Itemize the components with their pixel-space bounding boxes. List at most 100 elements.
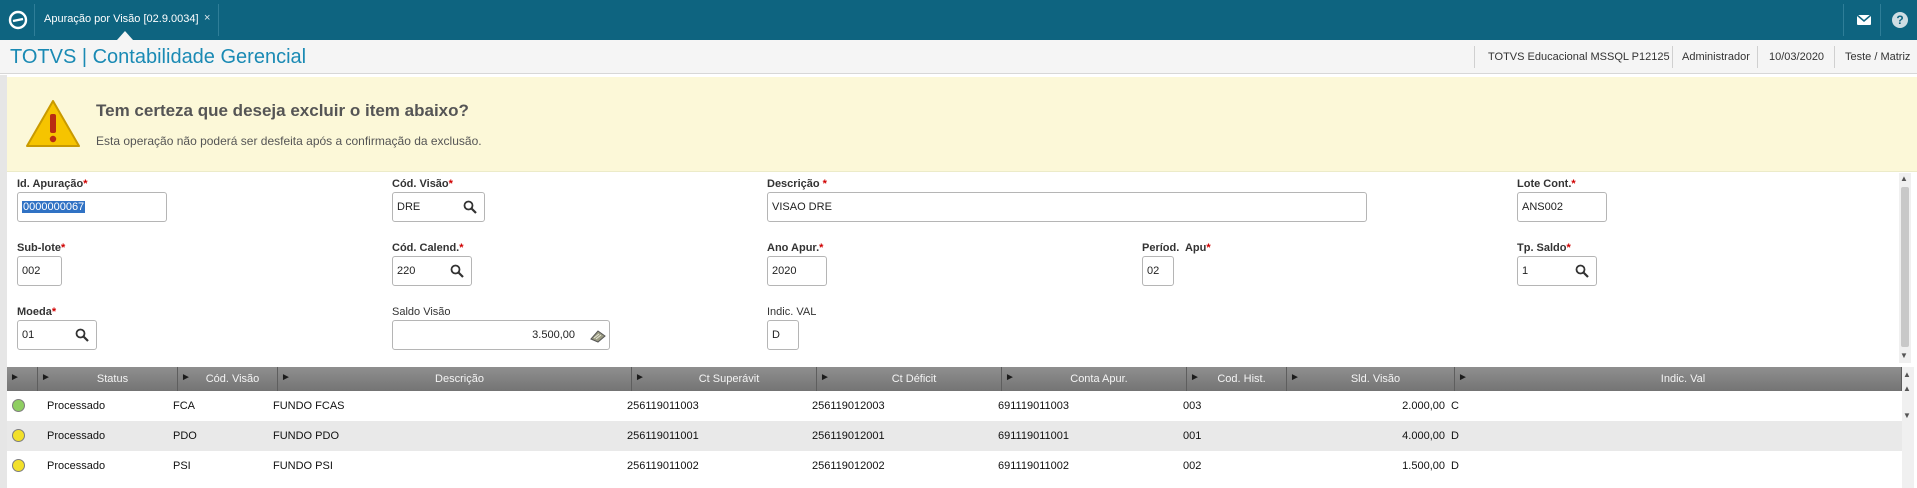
cell-descricao: FUNDO FCAS xyxy=(273,400,345,412)
date-label: 10/03/2020 xyxy=(1769,51,1825,63)
cell-sld-visao: 1.500,00 xyxy=(1402,460,1445,472)
cell-indic-val: D xyxy=(1451,430,1459,442)
grid-header-status[interactable]: ► Status xyxy=(38,367,178,391)
grid-header-descricao[interactable]: ► Descrição xyxy=(278,367,632,391)
cell-indic-val: C xyxy=(1451,400,1459,412)
app-title: TOTVS | Contabilidade Gerencial xyxy=(10,46,307,68)
lote-cont-label: Lote Cont.* xyxy=(1517,178,1576,190)
status-indicator-icon xyxy=(12,429,25,442)
ano-apur-value: 2020 xyxy=(772,265,797,277)
search-icon[interactable] xyxy=(463,200,477,214)
ano-apur-label: Ano Apur.* xyxy=(767,242,824,254)
id-apuracao-value: 0000000067 xyxy=(22,201,86,213)
saldo-visao-value: 3.500,00 xyxy=(532,329,575,341)
table-row[interactable]: Processado FCA FUNDO FCAS 256119011003 2… xyxy=(7,391,1902,421)
tp-saldo-field[interactable]: 1 xyxy=(1517,256,1597,286)
cell-conta-apur: 691119011001 xyxy=(998,430,1069,442)
cell-descricao: FUNDO PSI xyxy=(273,460,333,472)
cell-status: Processado xyxy=(47,460,106,472)
topbar-divider xyxy=(34,4,35,36)
cell-cod-visao: PSI xyxy=(173,460,191,472)
period-apu-field[interactable]: 02 xyxy=(1142,256,1174,286)
search-icon[interactable] xyxy=(450,264,464,278)
cell-cod-hist: 002 xyxy=(1183,460,1202,472)
grid-header-cod-hist[interactable]: ► Cod. Hist. xyxy=(1187,367,1287,391)
tab-label: Apuração por Visão [02.9.0034] xyxy=(44,13,199,25)
scroll-down-icon[interactable]: ▼ xyxy=(1903,411,1911,420)
sub-lote-value: 002 xyxy=(22,265,41,277)
cell-conta-apur: 691119011002 xyxy=(998,460,1069,472)
user-label: Administrador xyxy=(1682,51,1750,63)
cell-sld-visao: 2.000,00 xyxy=(1402,400,1445,412)
scroll-up-icon[interactable]: ▲ xyxy=(1903,384,1911,393)
tab-active-indicator xyxy=(117,31,133,40)
grid-header-selector[interactable]: ► xyxy=(7,367,38,391)
ano-apur-field[interactable]: 2020 xyxy=(767,256,827,286)
cell-ct-superavit: 256119011001 xyxy=(627,430,699,442)
table-row[interactable]: Processado PDO FUNDO PDO 256119011001 25… xyxy=(7,421,1902,451)
cell-ct-deficit: 256119012002 xyxy=(812,460,885,472)
search-icon[interactable] xyxy=(1575,264,1589,278)
cod-calend-label: Cód. Calend.* xyxy=(392,242,464,254)
cell-ct-deficit: 256119012003 xyxy=(812,400,885,412)
cell-sld-visao: 4.000,00 xyxy=(1402,430,1445,442)
cell-conta-apur: 691119011003 xyxy=(998,400,1069,412)
cod-calend-field[interactable]: 220 xyxy=(392,256,472,286)
confirmation-message: Esta operação não poderá ser desfeita ap… xyxy=(96,134,482,148)
cell-cod-visao: PDO xyxy=(173,430,197,442)
cell-status: Processado xyxy=(47,400,106,412)
indic-val-field[interactable]: D xyxy=(767,320,799,350)
cod-visao-field[interactable]: DRE xyxy=(392,192,485,222)
saldo-visao-field[interactable]: 3.500,00 xyxy=(392,320,610,350)
mail-icon[interactable] xyxy=(1855,11,1873,29)
grid-header-indic-val[interactable]: ► Indic. Val xyxy=(1455,367,1902,391)
help-icon[interactable]: ? xyxy=(1891,11,1909,29)
moeda-label: Moeda* xyxy=(17,306,57,318)
table-row[interactable]: Processado PSI FUNDO PSI 256119011002 25… xyxy=(7,451,1902,481)
moeda-field[interactable]: 01 xyxy=(17,320,97,350)
form-scrollbar-thumb[interactable] xyxy=(1901,187,1909,347)
cell-ct-deficit: 256119012001 xyxy=(812,430,885,442)
period-apu-label: Períod. Apu* xyxy=(1142,242,1211,254)
cod-visao-value: DRE xyxy=(397,201,421,213)
cod-visao-label: Cód. Visão* xyxy=(392,178,453,190)
header-divider xyxy=(1834,46,1835,68)
lote-cont-field[interactable]: ANS002 xyxy=(1517,192,1607,222)
cod-calend-value: 220 xyxy=(397,265,416,277)
tab-close-icon[interactable]: × xyxy=(204,12,210,24)
id-apuracao-field[interactable]: 0000000067 xyxy=(17,192,167,222)
grid-header-sld-visao[interactable]: ► Sld. Visão xyxy=(1287,367,1455,391)
header-divider xyxy=(1474,46,1475,68)
scroll-up-icon[interactable]: ▲ xyxy=(1900,174,1908,183)
cell-indic-val: D xyxy=(1451,460,1459,472)
grid-header-cod-visao[interactable]: ► Cód. Visão xyxy=(178,367,278,391)
cell-ct-superavit: 256119011003 xyxy=(627,400,699,412)
form-scrollbar[interactable]: ▲ ▼ xyxy=(1899,173,1911,363)
grid-header-ct-superavit[interactable]: ► Ct Superávit xyxy=(632,367,817,391)
totvs-logo-icon[interactable] xyxy=(8,10,28,30)
topbar-divider xyxy=(218,4,219,36)
grid-header: ► ► Status ► Cód. Visão ► Descrição ► Ct Sup… xyxy=(7,367,1902,391)
moeda-value: 01 xyxy=(22,329,35,341)
tab-apuracao-por-visao[interactable]: Apuração por Visão [02.9.0034] × xyxy=(36,0,216,40)
search-icon[interactable] xyxy=(75,328,89,342)
indic-val-label: Indic. VAL xyxy=(767,306,817,318)
descricao-field[interactable]: VISAO DRE xyxy=(767,192,1367,222)
cell-cod-visao: FCA xyxy=(173,400,195,412)
grid-header-ct-deficit[interactable]: ► Ct Déficit xyxy=(817,367,1002,391)
cell-status: Processado xyxy=(47,430,106,442)
branch-label: Teste / Matriz xyxy=(1845,51,1911,63)
grid-scrollbar[interactable]: ▲ ▲ ▼ xyxy=(1902,367,1914,488)
svg-text:?: ? xyxy=(1896,13,1903,27)
calculator-icon[interactable] xyxy=(589,327,607,343)
period-apu-value: 02 xyxy=(1147,265,1160,277)
grid-header-conta-apur[interactable]: ► Conta Apur. xyxy=(1002,367,1187,391)
cell-cod-hist: 003 xyxy=(1183,400,1202,412)
cell-ct-superavit: 256119011002 xyxy=(627,460,699,472)
scroll-down-icon[interactable]: ▼ xyxy=(1900,351,1908,360)
topbar-divider xyxy=(1880,4,1881,36)
scroll-top-icon[interactable]: ▲ xyxy=(1903,370,1911,379)
sub-lote-field[interactable]: 002 xyxy=(17,256,62,286)
warning-icon xyxy=(26,100,80,147)
descricao-value: VISAO DRE xyxy=(772,201,832,213)
